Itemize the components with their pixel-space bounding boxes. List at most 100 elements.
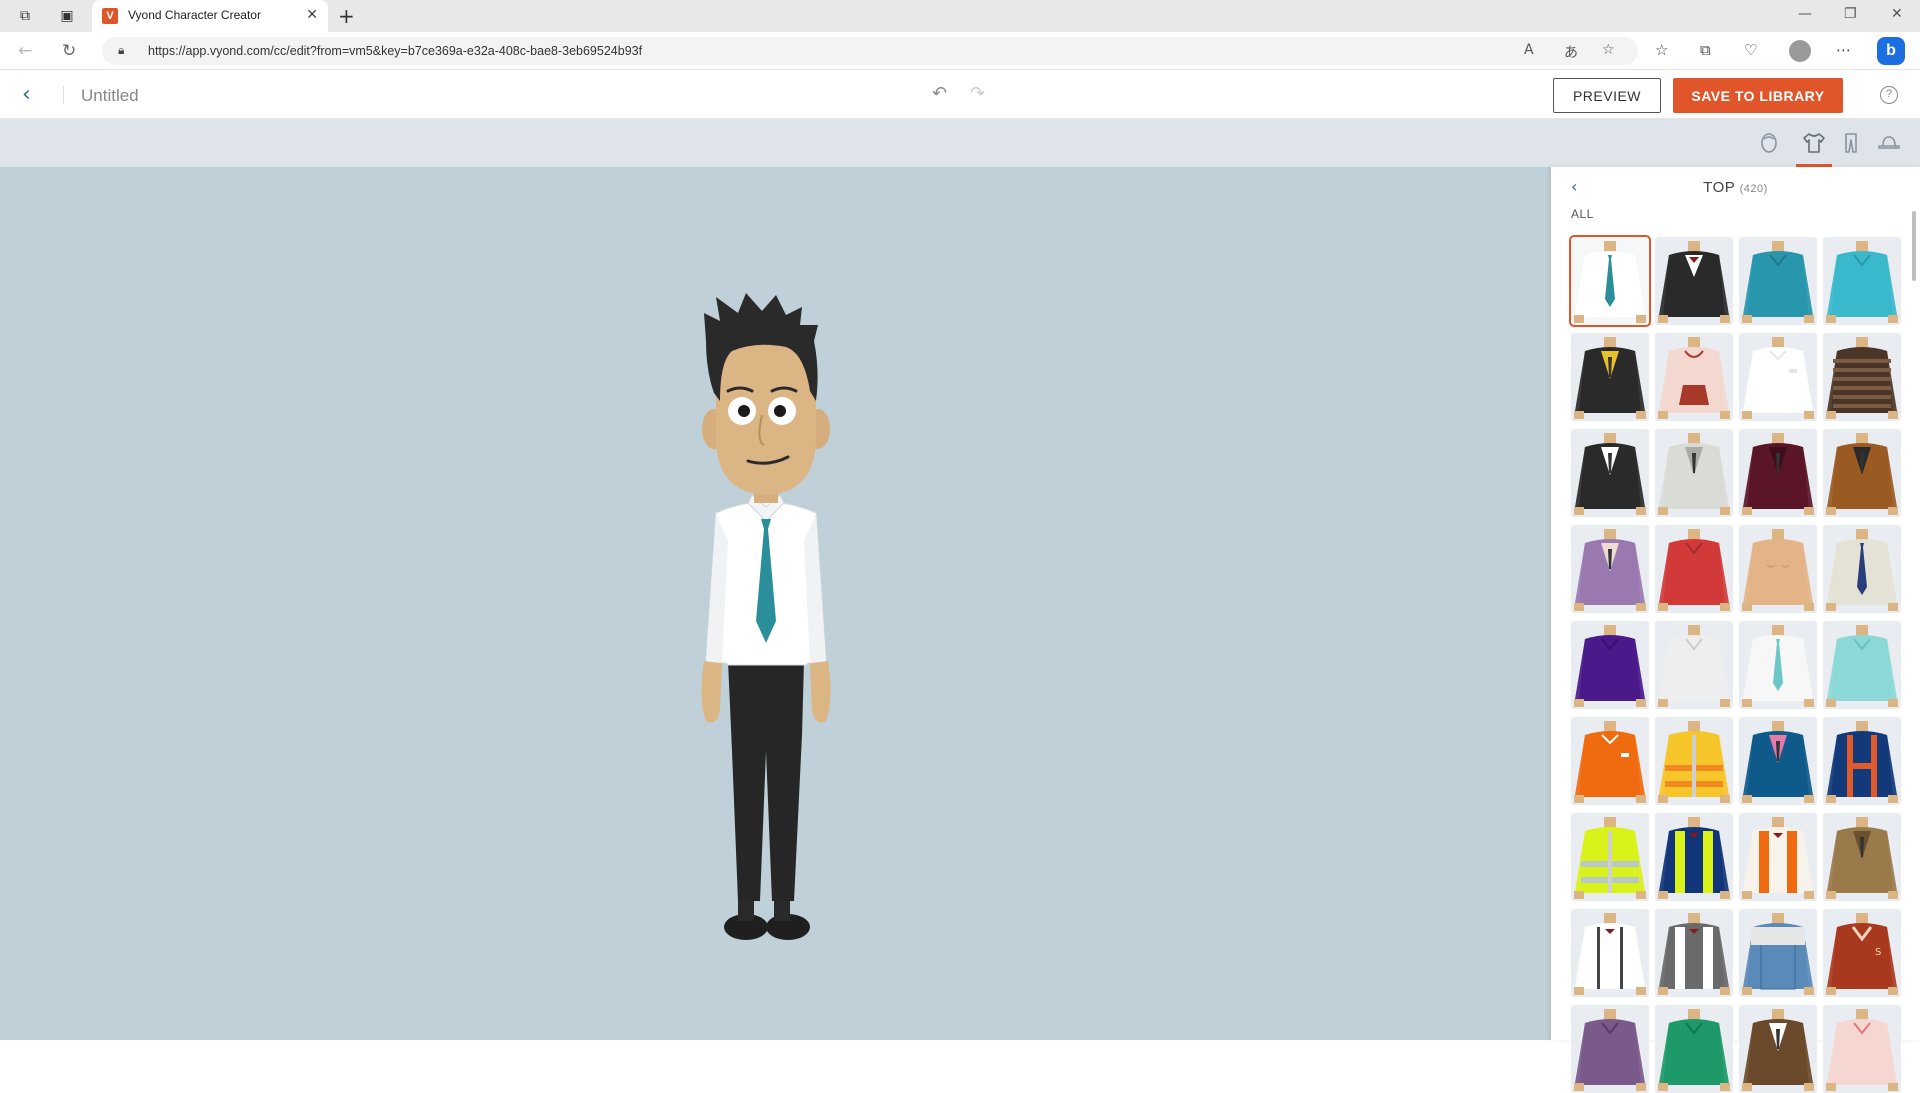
top-item-bare-chest[interactable] (1739, 525, 1817, 613)
top-item-pink-top-partial[interactable] (1823, 1005, 1901, 1093)
favorite-star-icon[interactable]: ☆ (1602, 42, 1615, 58)
top-item-grey-vest-bowtie[interactable] (1655, 909, 1733, 997)
top-item-pink-hoodie[interactable] (1655, 333, 1733, 421)
top-item-yellow-hivis-jacket[interactable] (1655, 717, 1733, 805)
garment-thumbnail (1658, 817, 1730, 899)
undo-icon[interactable]: ↶ (932, 83, 947, 104)
top-item-denim-overalls[interactable] (1739, 909, 1817, 997)
url-text: https://app.vyond.com/cc/edit?from=vm5&k… (148, 44, 643, 58)
app-header: ‹ Untitled ↶ ↷ PREVIEW SAVE TO LIBRARY ? (0, 70, 1920, 119)
workspaces-icon[interactable]: ⧉ (16, 7, 34, 25)
browser-essentials-icon[interactable]: ♡ (1744, 41, 1757, 59)
head-icon[interactable] (1757, 132, 1781, 156)
minimize-icon[interactable]: — (1798, 6, 1812, 22)
top-item-orange-jacket[interactable] (1571, 717, 1649, 805)
top-item-white-coat-teal[interactable] (1739, 621, 1817, 709)
character-canvas (0, 167, 1551, 1040)
garment-thumbnail (1658, 241, 1730, 323)
garment-thumbnail (1742, 337, 1814, 419)
top-item-purple-cardigan[interactable] (1571, 525, 1649, 613)
top-item-brown-striped-sweater[interactable] (1823, 333, 1901, 421)
garment-thumbnail (1574, 817, 1646, 899)
top-item-lime-hivis[interactable] (1571, 813, 1649, 901)
garment-thumbnail (1826, 433, 1898, 515)
garment-thumbnail (1658, 721, 1730, 803)
browser-tab-bar: ⧉ ▣ V Vyond Character Creator ✕ + — ❐ ✕ (0, 0, 1920, 32)
restore-icon[interactable]: ❐ (1844, 6, 1857, 22)
close-tab-icon[interactable]: ✕ (306, 7, 318, 23)
garment-thumbnail (1574, 241, 1646, 323)
top-item-brown-trench-coat[interactable] (1823, 813, 1901, 901)
collections-icon[interactable]: ⧉ (1700, 41, 1711, 59)
top-item-white-shirt-teal-tie[interactable] (1569, 235, 1651, 327)
top-item-purple-top-partial[interactable] (1571, 1005, 1649, 1093)
top-item-khaki-uniform[interactable] (1823, 525, 1901, 613)
top-item-white-scrubs-badge[interactable] (1655, 621, 1733, 709)
top-item-brown-suit[interactable] (1823, 429, 1901, 517)
top-item-orange-safety-vest[interactable] (1739, 813, 1817, 901)
back-icon[interactable]: ← (18, 41, 32, 61)
garment-thumbnail (1742, 529, 1814, 611)
top-item-mint-scrubs[interactable] (1823, 621, 1901, 709)
garment-thumbnail (1826, 241, 1898, 323)
garment-thumbnail (1826, 817, 1898, 899)
top-item-grey-blazer[interactable] (1655, 429, 1733, 517)
top-item-brown-top-partial[interactable] (1739, 1005, 1817, 1093)
save-to-library-button[interactable]: SAVE TO LIBRARY (1673, 78, 1843, 113)
filter-label-all[interactable]: ALL (1571, 207, 1594, 221)
redo-icon[interactable]: ↷ (970, 83, 985, 104)
garment-thumbnail (1658, 913, 1730, 995)
garment-thumbnail (1658, 1009, 1730, 1091)
garment-thumbnail (1574, 913, 1646, 995)
top-item-black-suit-yellow-tie[interactable] (1571, 333, 1649, 421)
top-item-green-top-partial[interactable] (1655, 1005, 1733, 1093)
top-item-light-teal-polo[interactable] (1823, 237, 1901, 325)
garment-thumbnail (1742, 1009, 1814, 1091)
top-item-black-tux-bowtie[interactable] (1655, 237, 1733, 325)
top-item-purple-polo[interactable] (1571, 621, 1649, 709)
profile-avatar[interactable] (1789, 40, 1811, 62)
back-chevron-icon[interactable]: ‹ (22, 82, 31, 107)
new-tab-icon[interactable]: + (338, 4, 355, 28)
top-icon[interactable] (1802, 132, 1826, 156)
help-icon[interactable]: ? (1880, 86, 1898, 104)
refresh-icon[interactable]: ↻ (62, 41, 76, 61)
close-window-icon[interactable]: ✕ (1891, 6, 1903, 22)
translate-icon[interactable]: あ (1564, 42, 1578, 62)
bing-icon[interactable]: b (1877, 37, 1905, 65)
document-title[interactable]: Untitled (81, 86, 139, 106)
panel-scrollbar[interactable] (1912, 211, 1916, 281)
character-preview[interactable] (676, 281, 856, 951)
top-item-black-blazer[interactable] (1571, 429, 1649, 517)
header-divider (63, 86, 64, 104)
read-aloud-icon[interactable]: A (1524, 42, 1534, 58)
address-bar-row: ← ↻ 🔒︎ https://app.vyond.com/cc/edit?fro… (0, 32, 1920, 70)
svg-text:S: S (1875, 947, 1881, 958)
lock-icon: 🔒︎ (118, 43, 125, 57)
url-field[interactable]: 🔒︎ https://app.vyond.com/cc/edit?from=vm… (102, 37, 1638, 65)
favorites-icon[interactable]: ☆ (1655, 41, 1668, 59)
bottom-icon[interactable] (1839, 132, 1863, 156)
top-item-varsity-jacket[interactable]: S (1823, 909, 1901, 997)
panel-title: TOP (1703, 179, 1735, 196)
preview-button[interactable]: PREVIEW (1553, 78, 1661, 113)
item-count: (420) (1739, 183, 1768, 195)
top-item-teal-tshirt[interactable] (1739, 237, 1817, 325)
top-item-navy-hivis-vest[interactable] (1655, 813, 1733, 901)
more-menu-icon[interactable]: ⋯ (1836, 41, 1851, 59)
garment-thumbnail (1742, 817, 1814, 899)
top-item-white-dress-shirt[interactable] (1739, 333, 1817, 421)
top-item-blue-blazer-pink[interactable] (1739, 717, 1817, 805)
top-item-maroon-blazer[interactable] (1739, 429, 1817, 517)
top-selection-panel: ‹ TOP (420) ALL S (1551, 167, 1920, 1093)
garment-thumbnail: S (1826, 913, 1898, 995)
browser-tab[interactable]: V Vyond Character Creator ✕ (92, 0, 328, 32)
garment-thumbnail (1574, 337, 1646, 419)
tab-actions-icon[interactable]: ▣ (58, 7, 76, 25)
hat-icon[interactable] (1877, 132, 1901, 156)
top-item-navy-harness[interactable] (1823, 717, 1901, 805)
garment-thumbnail (1574, 625, 1646, 707)
top-item-red-blouse[interactable] (1655, 525, 1733, 613)
garment-thumbnail (1826, 529, 1898, 611)
top-item-suspenders-bowtie[interactable] (1571, 909, 1649, 997)
